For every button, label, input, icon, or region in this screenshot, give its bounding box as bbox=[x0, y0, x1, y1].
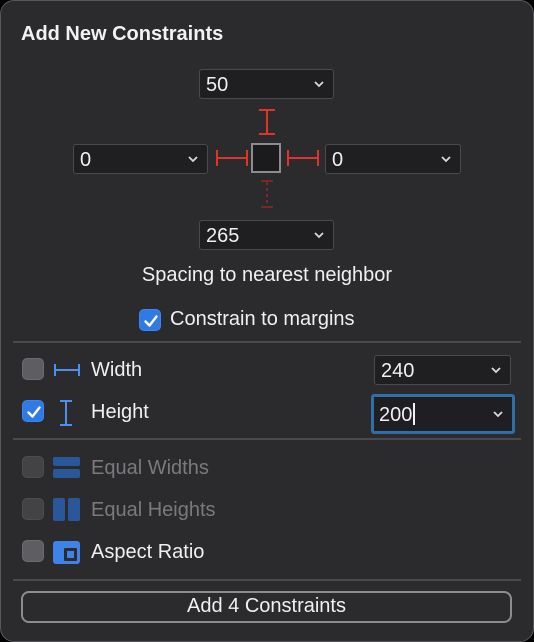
divider bbox=[13, 579, 521, 581]
equal-heights-checkbox[interactable] bbox=[22, 498, 44, 520]
bottom-spacing-combo[interactable]: 265 bbox=[199, 220, 334, 250]
width-checkbox[interactable] bbox=[22, 358, 44, 380]
chevron-down-icon[interactable] bbox=[313, 230, 325, 240]
width-label: Width bbox=[91, 359, 143, 381]
aspect-ratio-checkbox[interactable] bbox=[22, 540, 44, 562]
checkmark-icon bbox=[144, 315, 158, 327]
left-spacing-value[interactable]: 0 bbox=[80, 149, 91, 172]
constrain-margins-label: Constrain to margins bbox=[170, 308, 355, 330]
height-combo[interactable]: 200 bbox=[371, 394, 515, 434]
panel-title: Add New Constraints bbox=[21, 23, 224, 45]
equal-heights-icon bbox=[53, 498, 80, 521]
left-constraint-toggle[interactable] bbox=[215, 148, 249, 168]
left-spacing-combo[interactable]: 0 bbox=[73, 144, 208, 174]
height-value[interactable]: 200 bbox=[379, 403, 416, 427]
text-caret bbox=[413, 403, 416, 425]
chevron-down-icon[interactable] bbox=[187, 154, 199, 164]
spacing-label: Spacing to nearest neighbor bbox=[141, 264, 393, 286]
divider bbox=[13, 438, 521, 440]
bottom-constraint-toggle[interactable] bbox=[257, 179, 277, 211]
bottom-spacing-value[interactable]: 265 bbox=[206, 225, 239, 248]
width-icon bbox=[54, 364, 80, 376]
top-constraint-toggle[interactable] bbox=[257, 108, 277, 138]
divider bbox=[13, 341, 521, 343]
width-combo[interactable]: 240 bbox=[374, 355, 511, 385]
add-constraints-button[interactable]: Add 4 Constraints bbox=[21, 591, 512, 623]
height-label: Height bbox=[91, 401, 149, 423]
chevron-down-icon[interactable] bbox=[492, 409, 504, 419]
right-constraint-toggle[interactable] bbox=[286, 148, 320, 168]
view-placeholder-square bbox=[251, 143, 281, 173]
equal-widths-icon bbox=[53, 457, 80, 478]
constrain-margins-checkbox[interactable] bbox=[139, 309, 161, 331]
checkmark-icon bbox=[27, 406, 41, 418]
right-spacing-value[interactable]: 0 bbox=[332, 149, 343, 172]
chevron-down-icon[interactable] bbox=[490, 365, 502, 375]
equal-heights-label: Equal Heights bbox=[91, 499, 216, 521]
aspect-ratio-icon bbox=[53, 541, 80, 564]
chevron-down-icon[interactable] bbox=[313, 79, 325, 89]
right-spacing-combo[interactable]: 0 bbox=[325, 144, 461, 174]
chevron-down-icon[interactable] bbox=[440, 154, 452, 164]
top-spacing-value[interactable]: 50 bbox=[206, 74, 228, 97]
add-constraints-panel: Add New Constraints 50 0 0 265 Spacing t… bbox=[0, 0, 534, 642]
height-icon bbox=[60, 400, 72, 426]
equal-widths-checkbox[interactable] bbox=[22, 456, 44, 478]
width-value[interactable]: 240 bbox=[381, 360, 414, 383]
height-checkbox[interactable] bbox=[22, 400, 44, 422]
aspect-ratio-label: Aspect Ratio bbox=[91, 541, 205, 563]
top-spacing-combo[interactable]: 50 bbox=[199, 69, 334, 99]
equal-widths-label: Equal Widths bbox=[91, 457, 209, 479]
